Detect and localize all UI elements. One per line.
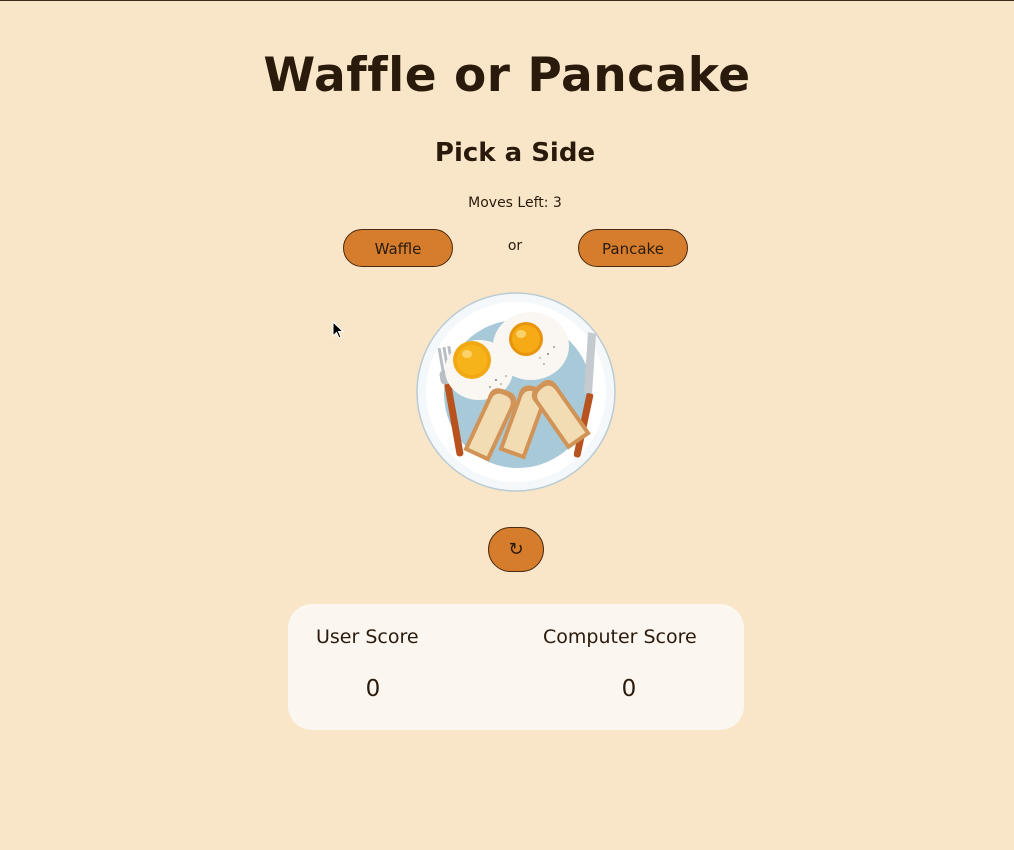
mouse-cursor-icon: [332, 321, 344, 339]
waffle-button[interactable]: Waffle: [343, 229, 453, 267]
reset-button[interactable]: ↻: [488, 527, 544, 572]
or-label: or: [507, 238, 523, 254]
computer-score-value: 0: [621, 676, 637, 702]
user-score-label: User Score: [316, 626, 419, 648]
reset-icon: ↻: [508, 539, 524, 560]
breakfast-plate-image: [416, 292, 616, 492]
game-subtitle: Pick a Side: [434, 138, 596, 168]
window-top-border: [0, 0, 1014, 1]
page-title: Waffle or Pancake: [263, 48, 751, 103]
user-score-value: 0: [365, 676, 381, 702]
moves-left-label: Moves Left: 3: [468, 195, 562, 211]
scoreboard-panel: User Score Computer Score 0 0: [288, 604, 744, 730]
pancake-button[interactable]: Pancake: [578, 229, 688, 267]
computer-score-label: Computer Score: [543, 626, 697, 648]
